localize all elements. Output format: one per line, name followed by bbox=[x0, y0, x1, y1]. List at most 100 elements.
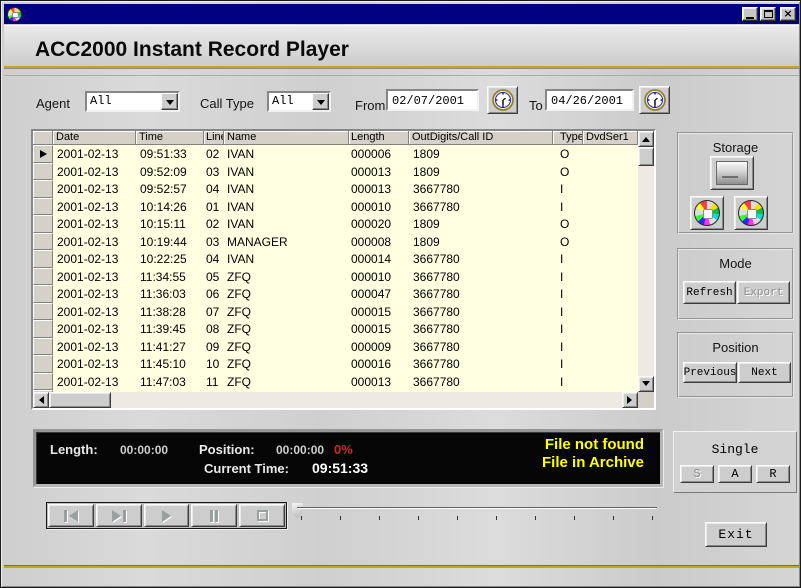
cd-icon bbox=[694, 200, 720, 226]
table-cell: I bbox=[553, 268, 583, 286]
table-cell: ZFQ bbox=[224, 268, 349, 286]
app-window: × ACC2000 Instant Record Player Agent Al… bbox=[0, 0, 801, 588]
table-cell: I bbox=[553, 303, 583, 321]
scroll-down-button[interactable] bbox=[638, 376, 654, 392]
table-cell: 000015 bbox=[349, 320, 409, 338]
row-selector[interactable] bbox=[33, 373, 53, 391]
table-cell: 000013 bbox=[349, 180, 409, 198]
row-selector[interactable] bbox=[33, 180, 53, 198]
close-button[interactable]: × bbox=[780, 7, 796, 21]
table-row[interactable]: 2001-02-1310:15:1102IVAN0000201809O bbox=[33, 215, 638, 233]
table-row[interactable]: 2001-02-1310:14:2601IVAN0000103667780I bbox=[33, 198, 638, 216]
column-header-type[interactable]: Type bbox=[553, 131, 583, 145]
agent-select[interactable]: All bbox=[85, 91, 180, 112]
column-header-date[interactable]: Date bbox=[53, 131, 136, 145]
skip-start-button[interactable] bbox=[48, 504, 94, 527]
arrow-down-icon bbox=[642, 381, 650, 390]
table-cell: I bbox=[553, 285, 583, 303]
table-cell: 000013 bbox=[349, 373, 409, 391]
vertical-scroll-thumb[interactable] bbox=[638, 147, 654, 166]
drive-storage-button[interactable] bbox=[710, 156, 754, 190]
pause-button[interactable] bbox=[191, 504, 237, 527]
table-cell bbox=[583, 198, 638, 216]
next-button[interactable]: Next bbox=[738, 362, 791, 383]
column-header-outdigits-call-id[interactable]: OutDigits/Call ID bbox=[409, 131, 553, 145]
app-title: ACC2000 Instant Record Player bbox=[35, 38, 349, 62]
table-row[interactable]: 2001-02-1311:36:0306ZFQ0000473667780I bbox=[33, 285, 638, 303]
row-selector[interactable] bbox=[33, 145, 53, 163]
agent-dropdown-button[interactable] bbox=[161, 93, 178, 110]
skip-end-button[interactable] bbox=[96, 504, 142, 527]
title-bar[interactable]: × bbox=[4, 4, 799, 24]
table-row[interactable]: 2001-02-1309:51:3302IVAN0000061809O bbox=[33, 145, 638, 163]
export-button[interactable]: Export bbox=[737, 281, 790, 304]
table-cell: 1809 bbox=[409, 215, 553, 233]
table-cell: 10 bbox=[204, 355, 224, 373]
row-selector[interactable] bbox=[33, 355, 53, 373]
table-cell: 000020 bbox=[349, 215, 409, 233]
to-date-picker-button[interactable] bbox=[639, 86, 670, 114]
table-row[interactable]: 2001-02-1311:41:2709ZFQ0000093667780I bbox=[33, 338, 638, 356]
call-type-select[interactable]: All bbox=[267, 91, 331, 112]
single-a-button[interactable]: A bbox=[718, 465, 752, 483]
single-s-button[interactable]: S bbox=[680, 465, 714, 483]
table-row[interactable]: 2001-02-1311:38:2807ZFQ0000153667780I bbox=[33, 303, 638, 321]
table-cell bbox=[583, 180, 638, 198]
row-selector[interactable] bbox=[33, 250, 53, 268]
table-cell: ZFQ bbox=[224, 320, 349, 338]
position-group: Position Previous Next bbox=[677, 332, 794, 398]
row-selector[interactable] bbox=[33, 268, 53, 286]
maximize-icon bbox=[764, 10, 773, 18]
row-selector[interactable] bbox=[33, 233, 53, 251]
scroll-up-button[interactable] bbox=[638, 131, 654, 147]
table-cell: 2001-02-13 bbox=[53, 250, 136, 268]
cd-storage-button-1[interactable] bbox=[690, 196, 724, 230]
scroll-left-button[interactable] bbox=[33, 392, 49, 408]
horizontal-scroll-thumb[interactable] bbox=[49, 392, 111, 408]
row-selector[interactable] bbox=[33, 285, 53, 303]
table-cell: 000013 bbox=[349, 163, 409, 181]
table-row[interactable]: 2001-02-1311:34:5505ZFQ0000103667780I bbox=[33, 268, 638, 286]
table-cell: 11:47:03 bbox=[136, 373, 204, 391]
storage-title: Storage bbox=[679, 140, 792, 155]
scroll-right-button[interactable] bbox=[622, 392, 638, 408]
from-date-picker-button[interactable] bbox=[487, 86, 518, 114]
stop-button[interactable] bbox=[239, 504, 285, 527]
minimize-button[interactable] bbox=[742, 7, 758, 21]
cd-storage-button-2[interactable] bbox=[734, 196, 768, 230]
row-selector[interactable] bbox=[33, 338, 53, 356]
refresh-button[interactable]: Refresh bbox=[683, 281, 736, 304]
previous-button[interactable]: Previous bbox=[683, 362, 737, 383]
table-row[interactable]: 2001-02-1310:22:2504IVAN0000143667780I bbox=[33, 250, 638, 268]
exit-button[interactable]: Exit bbox=[705, 522, 767, 547]
row-selector[interactable] bbox=[33, 303, 53, 321]
row-selector[interactable] bbox=[33, 198, 53, 216]
call-type-dropdown-button[interactable] bbox=[312, 93, 329, 110]
row-selector[interactable] bbox=[33, 215, 53, 233]
row-selector[interactable] bbox=[33, 320, 53, 338]
column-header-dvdser1[interactable]: DvdSer1 bbox=[583, 131, 638, 145]
horizontal-scrollbar[interactable] bbox=[33, 392, 654, 408]
table-row[interactable]: 2001-02-1311:45:1010ZFQ0000163667780I bbox=[33, 355, 638, 373]
selector-column-header bbox=[33, 131, 53, 145]
table-cell: 09 bbox=[204, 338, 224, 356]
maximize-button[interactable] bbox=[760, 7, 776, 21]
vertical-scrollbar[interactable] bbox=[638, 131, 654, 392]
play-button[interactable] bbox=[144, 504, 190, 527]
table-cell: 2001-02-13 bbox=[53, 303, 136, 321]
row-selector[interactable] bbox=[33, 163, 53, 181]
column-header-time[interactable]: Time bbox=[136, 131, 204, 145]
table-cell: ZFQ bbox=[224, 285, 349, 303]
table-row[interactable]: 2001-02-1309:52:0903IVAN0000131809O bbox=[33, 163, 638, 181]
column-header-name[interactable]: Name bbox=[224, 131, 349, 145]
table-row[interactable]: 2001-02-1309:52:5704IVAN0000133667780I bbox=[33, 180, 638, 198]
column-header-length[interactable]: Length bbox=[349, 131, 409, 145]
table-row[interactable]: 2001-02-1311:47:0311ZFQ0000133667780I bbox=[33, 373, 638, 391]
to-date-input[interactable]: 04/26/2001 bbox=[545, 89, 634, 111]
seek-slider-track[interactable] bbox=[297, 507, 657, 509]
table-row[interactable]: 2001-02-1310:19:4403MANAGER0000081809O bbox=[33, 233, 638, 251]
table-row[interactable]: 2001-02-1311:39:4508ZFQ0000153667780I bbox=[33, 320, 638, 338]
single-r-button[interactable]: R bbox=[756, 465, 790, 483]
column-header-line[interactable]: Line bbox=[204, 131, 224, 145]
from-date-input[interactable]: 02/07/2001 bbox=[386, 89, 479, 111]
